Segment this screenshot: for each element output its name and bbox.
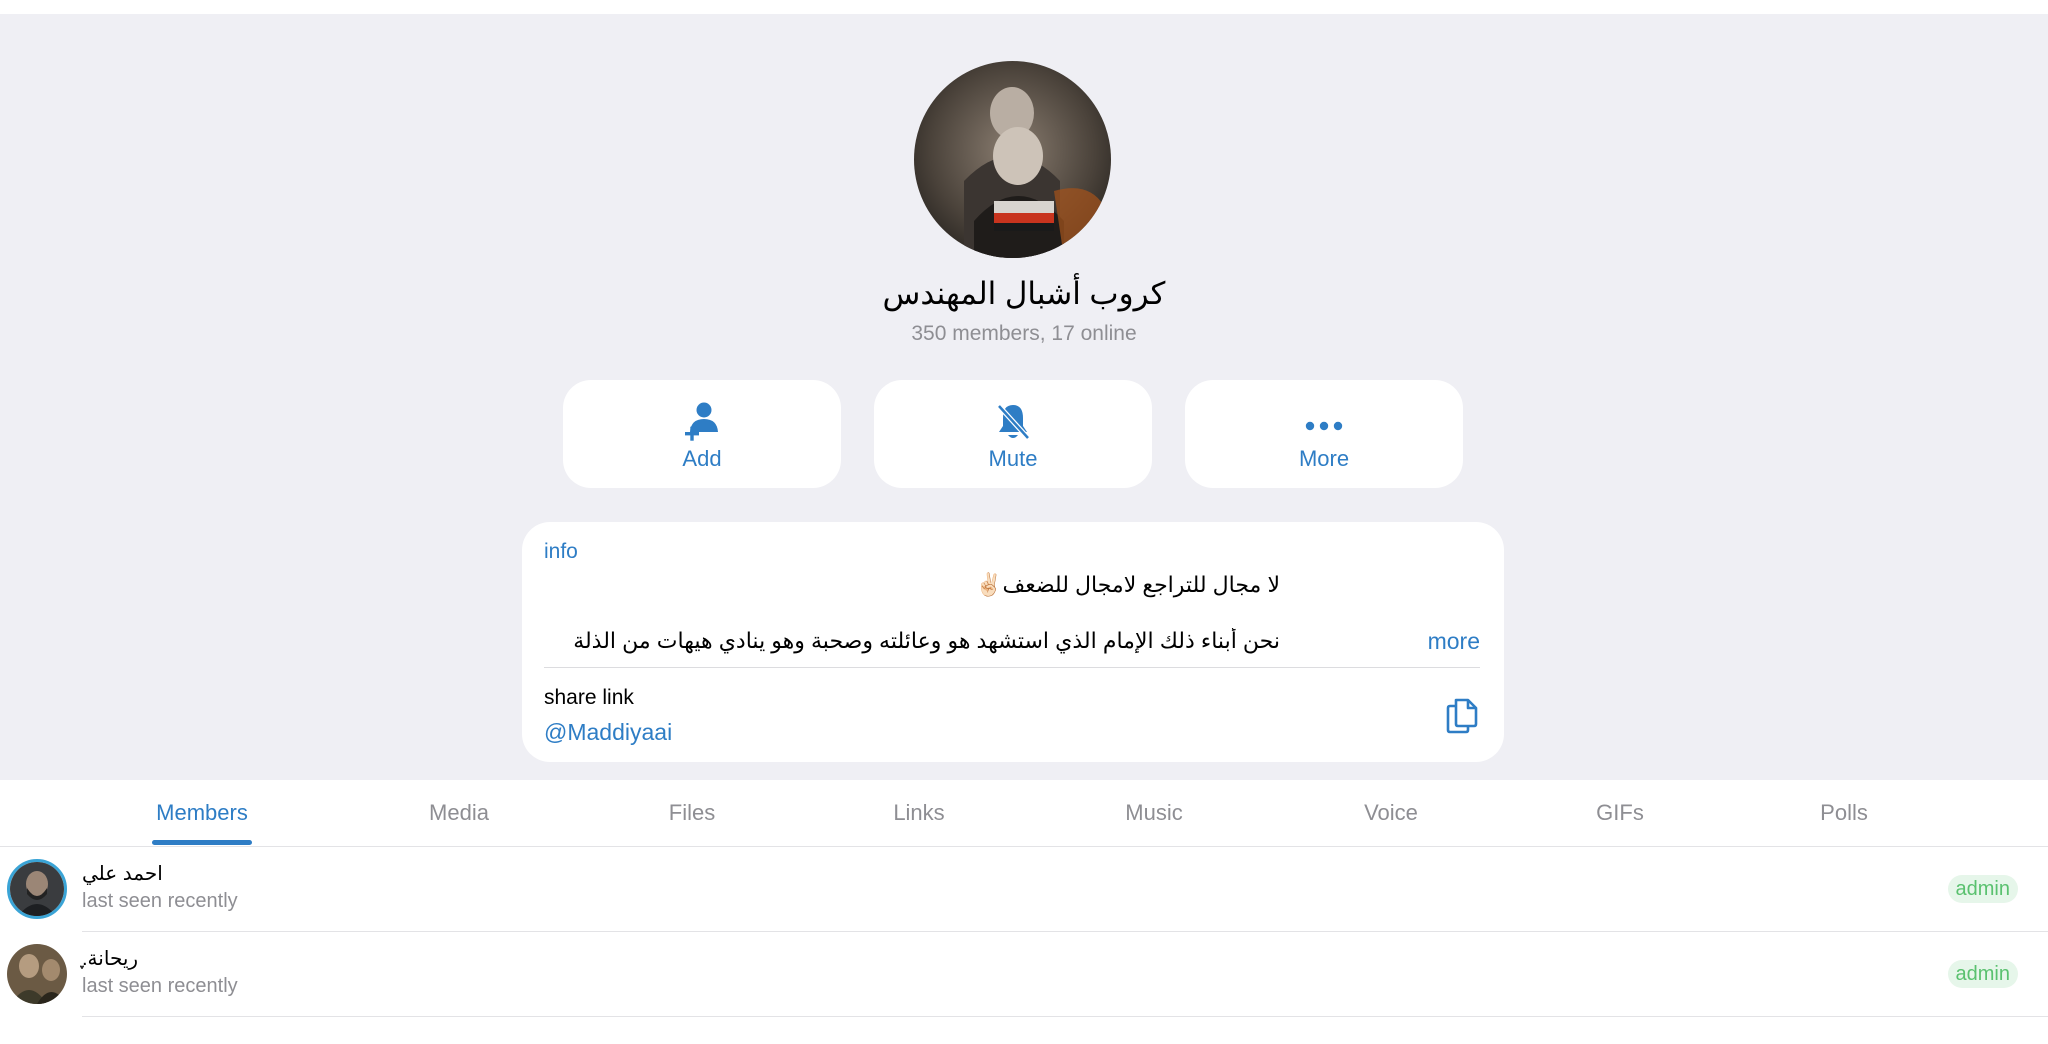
share-link-value[interactable]: @Maddiyaai xyxy=(544,719,672,746)
member-status: last seen recently xyxy=(82,890,238,912)
member-status: last seen recently xyxy=(82,975,238,997)
copy-icon[interactable] xyxy=(1444,696,1480,734)
admin-badge: admin xyxy=(1947,960,2018,988)
member-avatar-image xyxy=(7,944,67,1004)
add-button[interactable]: Add xyxy=(563,380,841,488)
mute-button[interactable]: Mute xyxy=(874,380,1152,488)
tab-links[interactable]: Links xyxy=(869,780,969,846)
tab-media[interactable]: Media xyxy=(409,780,509,846)
info-description-line2: نحن أبناء ذلك الإمام الذي استشهد هو وعائ… xyxy=(573,628,1280,653)
info-label: info xyxy=(544,540,578,563)
row-separator xyxy=(82,1016,2048,1017)
tab-polls[interactable]: Polls xyxy=(1794,780,1894,846)
tab-music[interactable]: Music xyxy=(1104,780,1204,846)
group-avatar[interactable] xyxy=(914,61,1111,258)
member-name: ريحانة.ֶָ xyxy=(82,948,139,970)
info-divider xyxy=(544,667,1480,668)
member-avatar xyxy=(7,859,67,919)
more-link[interactable]: more xyxy=(1428,628,1480,655)
member-row[interactable]: احمد علي last seen recently admin xyxy=(0,847,2048,932)
tab-files[interactable]: Files xyxy=(642,780,742,846)
member-name: احمد علي xyxy=(82,863,163,885)
media-tabs: Members Media Files Links Music Voice GI… xyxy=(0,780,2048,847)
active-tab-indicator xyxy=(152,840,252,845)
mute-button-label: Mute xyxy=(988,446,1038,471)
admin-badge: admin xyxy=(1947,875,2018,903)
member-avatar-image xyxy=(10,862,64,916)
add-user-icon xyxy=(685,402,718,441)
more-button-label: More xyxy=(1298,446,1350,471)
info-card: info لا مجال للتراجع لامجال للضعف✌🏻 نحن … xyxy=(522,522,1504,762)
add-button-label: Add xyxy=(682,446,722,471)
tab-members[interactable]: Members xyxy=(142,780,262,846)
info-description-line1: لا مجال للتراجع لامجال للضعف✌🏻 xyxy=(975,572,1280,597)
group-avatar-image xyxy=(914,61,1111,258)
tab-gifs[interactable]: GIFs xyxy=(1570,780,1670,846)
profile-header: كروب أشبال المهندس 350 members, 17 onlin… xyxy=(0,14,2048,780)
member-avatar xyxy=(7,944,67,1004)
top-strip xyxy=(0,0,2048,14)
group-title: كروب أشبال المهندس xyxy=(882,276,1166,311)
member-row[interactable]: ريحانة.ֶָ last seen recently admin xyxy=(0,932,2048,1017)
share-link-label: share link xyxy=(544,686,634,709)
tab-voice[interactable]: Voice xyxy=(1341,780,1441,846)
group-member-count: 350 members, 17 online xyxy=(911,322,1137,345)
more-button[interactable]: More xyxy=(1185,380,1463,488)
mute-bell-icon xyxy=(997,404,1030,440)
more-dots-icon xyxy=(1305,421,1343,431)
